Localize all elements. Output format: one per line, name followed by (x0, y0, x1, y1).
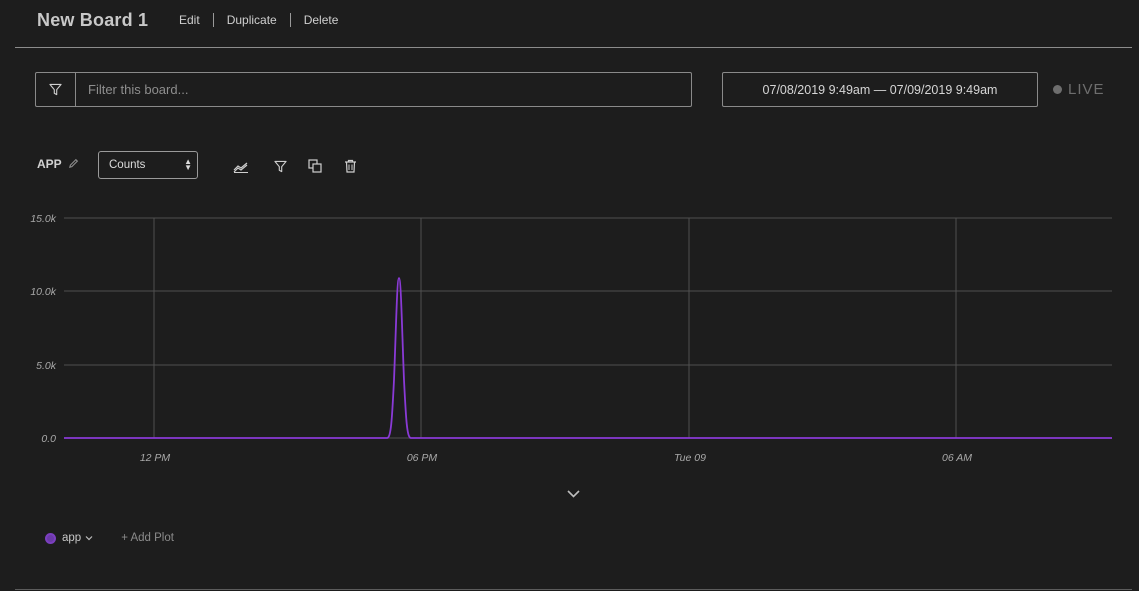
live-toggle[interactable]: LIVE (1053, 81, 1105, 98)
board-filter (35, 72, 692, 107)
divider (212, 13, 214, 27)
filter-button[interactable] (36, 73, 76, 106)
line-chart: 15.0k 10.0k 5.0k 0.0 12 PM 06 PM Tue 09 … (30, 213, 1112, 464)
live-label: LIVE (1068, 81, 1105, 98)
board-title: New Board 1 (37, 10, 149, 30)
chevron-down-icon[interactable] (85, 535, 93, 541)
duplicate-link[interactable]: Duplicate (227, 13, 277, 27)
aggregation-value: Counts (109, 159, 146, 171)
edit-link[interactable]: Edit (179, 13, 200, 27)
chart-type-button[interactable] (232, 157, 250, 175)
x-tick-label: 06 AM (942, 452, 972, 464)
series-line-app (64, 277, 1112, 439)
date-range-picker[interactable]: 07/08/2019 9:49am — 07/09/2019 9:49am (722, 72, 1038, 107)
series-name[interactable]: app (62, 532, 81, 544)
chart-type-icon (233, 162, 248, 173)
add-plot-button[interactable]: + Add Plot (121, 532, 174, 544)
filter-input[interactable] (76, 73, 691, 106)
plot-name: APP (37, 157, 62, 171)
filter-icon (49, 83, 62, 96)
filter-icon (273, 160, 287, 172)
live-dot-icon (1053, 85, 1062, 94)
x-tick-label: 06 PM (407, 452, 438, 464)
plot-legend: app + Add Plot (45, 532, 174, 544)
x-tick-label: Tue 09 (674, 452, 706, 464)
series-color-icon[interactable] (45, 532, 56, 544)
y-tick-label: 10.0k (30, 286, 56, 298)
chevron-down-icon[interactable] (566, 489, 581, 499)
divider (15, 589, 1132, 590)
board-page: New Board 1 Edit Duplicate Delete 07/08/… (0, 0, 1139, 591)
pencil-icon[interactable] (68, 158, 79, 169)
x-tick-label: 12 PM (140, 452, 171, 464)
plot-filter-button[interactable] (271, 157, 289, 175)
duplicate-plot-button[interactable] (306, 157, 324, 175)
y-tick-label: 5.0k (36, 360, 57, 372)
delete-plot-button[interactable] (341, 157, 359, 175)
divider (289, 13, 291, 27)
y-tick-label: 0.0 (41, 433, 56, 445)
board-actions: Edit Duplicate Delete (179, 13, 338, 27)
duplicate-icon (308, 159, 322, 173)
board-header: New Board 1 Edit Duplicate Delete (15, 0, 1132, 48)
y-tick-label: 15.0k (30, 213, 56, 225)
aggregation-select[interactable]: Counts ▲ ▼ (98, 151, 198, 179)
trash-icon (344, 159, 356, 173)
delete-link[interactable]: Delete (304, 13, 339, 27)
select-arrows-icon: ▲ ▼ (184, 157, 192, 172)
